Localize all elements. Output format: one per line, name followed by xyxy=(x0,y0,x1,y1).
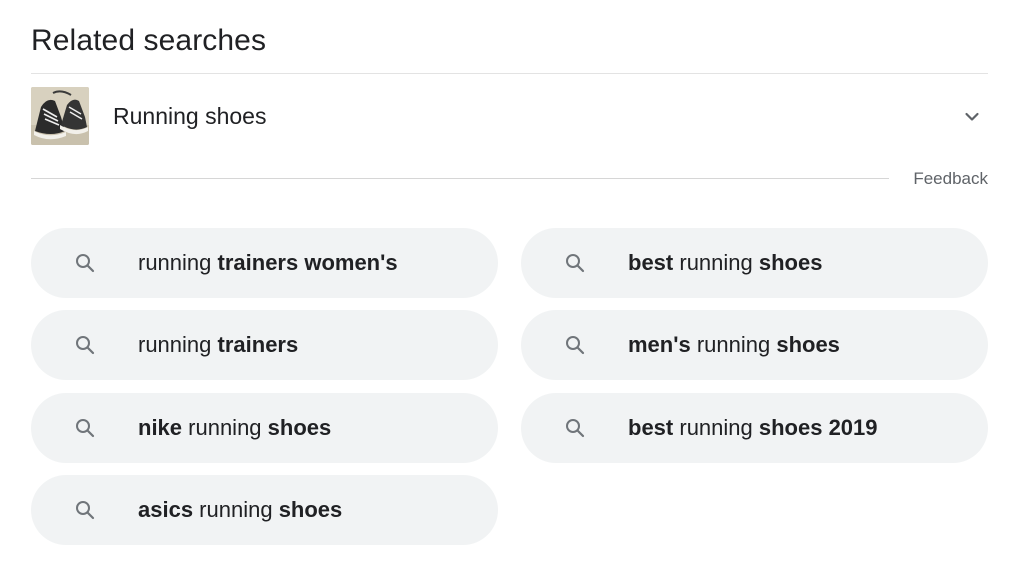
suggestion-chip[interactable]: running trainers women's xyxy=(31,228,498,298)
search-icon xyxy=(73,416,97,440)
divider xyxy=(31,178,889,179)
suggestion-text-bold: asics xyxy=(138,497,194,522)
divider xyxy=(31,73,988,74)
suggestion-text: running trainers women's xyxy=(138,248,398,278)
suggestion-text: men's running shoes xyxy=(628,330,840,360)
suggestion-text-bold: shoes 2019 xyxy=(758,415,878,440)
suggestion-text-regular: running xyxy=(138,332,218,357)
chevron-down-icon[interactable] xyxy=(960,105,984,129)
suggestion-text-regular: running xyxy=(673,250,759,275)
suggestion-text: running trainers xyxy=(138,330,298,360)
suggestion-text-bold: best xyxy=(628,250,674,275)
section-title: Related searches xyxy=(31,24,267,57)
suggestion-text-regular: running xyxy=(673,415,759,440)
suggestion-chip[interactable]: nike running shoes xyxy=(31,393,498,463)
search-icon xyxy=(563,416,587,440)
sneakers-thumbnail xyxy=(31,87,89,145)
suggestion-text-bold: men's xyxy=(628,332,691,357)
search-icon xyxy=(73,333,97,357)
suggestion-text-regular: running xyxy=(193,497,279,522)
suggestion-text-bold: trainers xyxy=(217,332,299,357)
search-icon xyxy=(563,333,587,357)
suggestion-text-bold: best xyxy=(628,415,674,440)
suggestion-text: best running shoes 2019 xyxy=(628,413,878,443)
suggestion-text: nike running shoes xyxy=(138,413,331,443)
suggestion-chip[interactable]: best running shoes 2019 xyxy=(521,393,988,463)
suggestion-text: asics running shoes xyxy=(138,495,342,525)
suggestion-text-bold: shoes xyxy=(278,497,343,522)
suggestion-text-regular: running xyxy=(690,332,777,357)
suggestion-text-bold: shoes xyxy=(267,415,332,440)
suggestion-chip[interactable]: best running shoes xyxy=(521,228,988,298)
suggestion-text-bold: shoes xyxy=(758,250,823,275)
suggestion-text-regular: running xyxy=(138,250,218,275)
search-icon xyxy=(563,251,587,275)
entity-label: Running shoes xyxy=(113,103,267,129)
entity-running-shoes[interactable]: Running shoes xyxy=(31,87,988,145)
feedback-link[interactable]: Feedback xyxy=(913,169,988,189)
search-icon xyxy=(73,251,97,275)
search-icon xyxy=(73,498,97,522)
suggestion-chip[interactable]: asics running shoes xyxy=(31,475,498,545)
suggestion-chip[interactable]: men's running shoes xyxy=(521,310,988,380)
suggestion-text-bold: nike xyxy=(138,415,183,440)
suggestion-text-bold: shoes xyxy=(776,332,840,357)
suggestion-text-regular: running xyxy=(182,415,268,440)
suggestion-text-bold: trainers women's xyxy=(217,250,398,275)
suggestion-chip[interactable]: running trainers xyxy=(31,310,498,380)
suggestion-text: best running shoes xyxy=(628,248,822,278)
